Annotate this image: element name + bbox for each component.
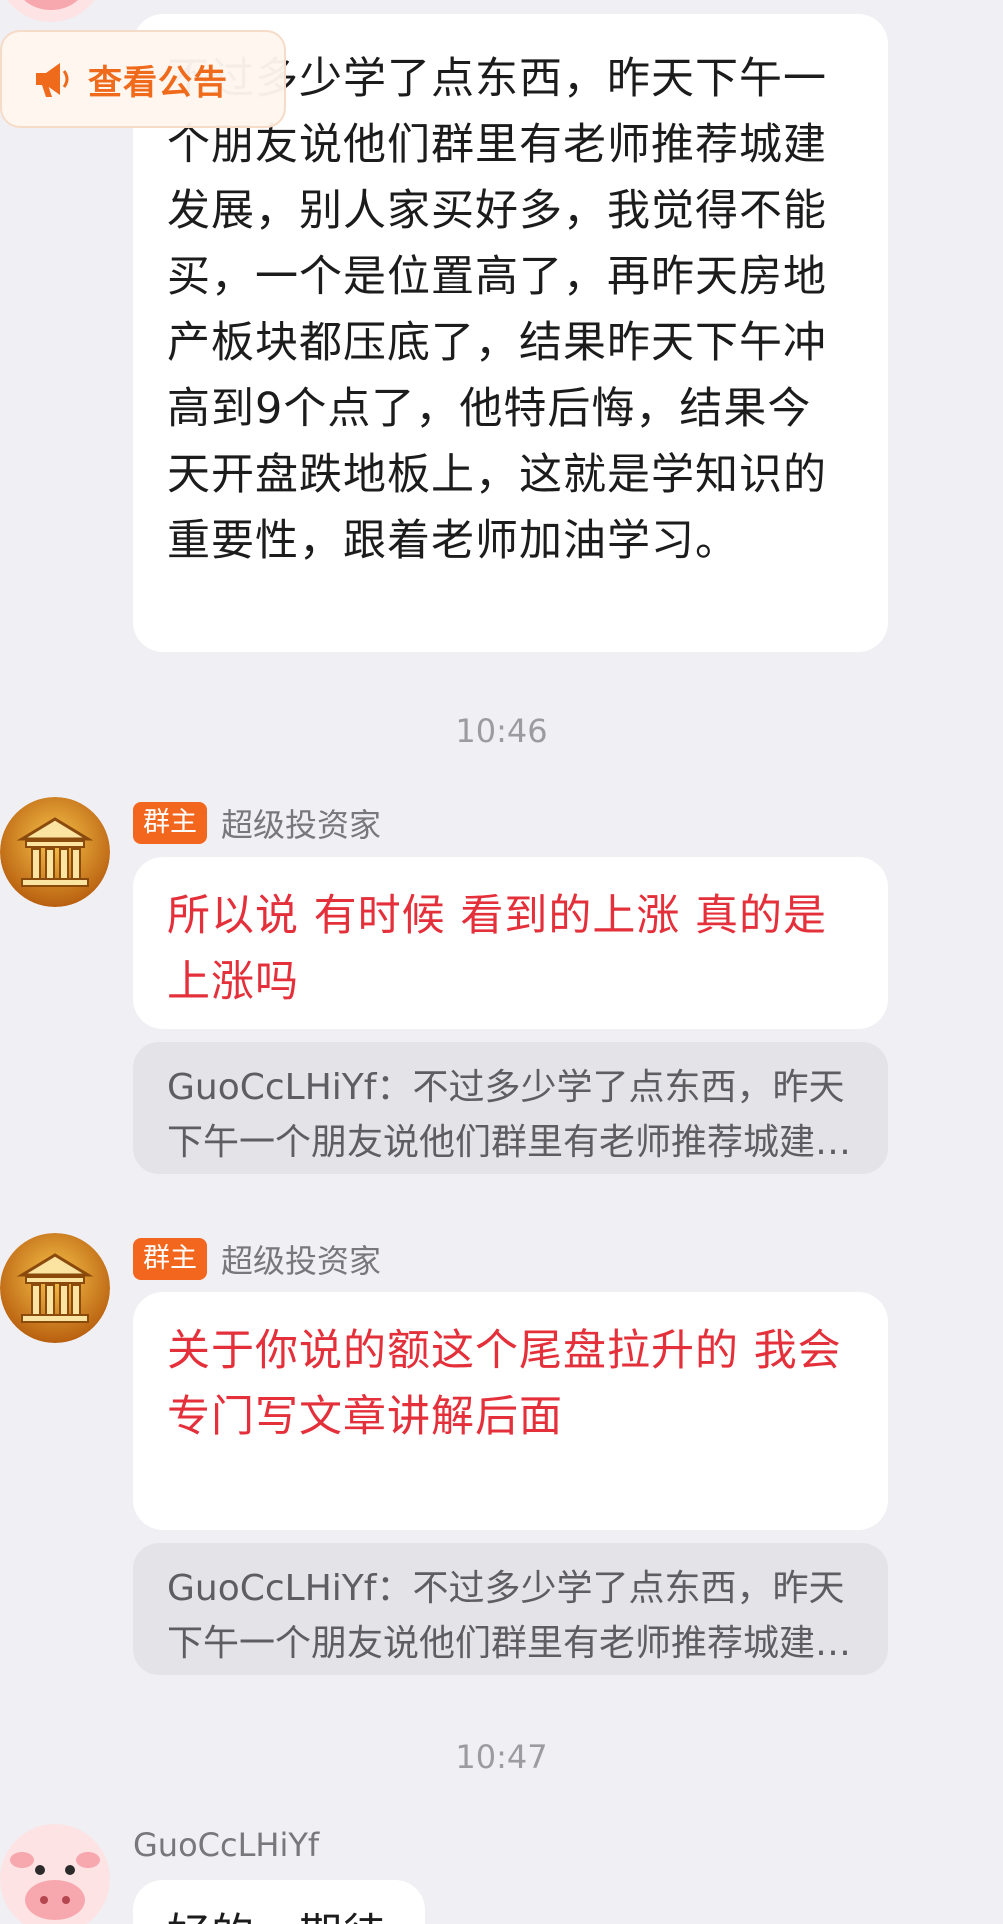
sender-row: 群主 超级投资家 [133, 802, 381, 844]
message-text: 关于你说的额这个尾盘拉升的 我会专门写文章讲解后面 [167, 1326, 842, 1442]
bank-building-icon [0, 1233, 110, 1343]
view-notice-label: 查看公告 [88, 62, 228, 103]
message-bubble[interactable]: 所以说 有时候 看到的上涨 真的是上涨吗 [133, 857, 888, 1029]
sender-name[interactable]: 超级投资家 [221, 1236, 381, 1282]
megaphone-icon [36, 63, 69, 97]
message-text: 所以说 有时候 看到的上涨 真的是上涨吗 [167, 891, 828, 1007]
owner-avatar[interactable] [0, 1233, 110, 1343]
view-notice-button[interactable]: 查看公告 [0, 30, 286, 128]
timestamp: 10:46 [455, 712, 548, 750]
user-avatar[interactable] [0, 1824, 110, 1924]
quoted-message[interactable]: GuoCcLHiYf：不过多少学了点东西，昨天下午一个朋友说他们群里有老师推荐城… [133, 1042, 888, 1174]
owner-badge: 群主 [133, 1238, 207, 1280]
owner-badge: 群主 [133, 802, 207, 844]
message-text: 不过多少学了点东西，昨天下午一个朋友说他们群里有老师推荐城建发展，别人家买好多，… [167, 54, 827, 566]
bank-building-icon [0, 797, 110, 907]
message-bubble[interactable]: 好的，期待 [133, 1880, 425, 1924]
cow-avatar-icon [0, 1824, 110, 1924]
message-bubble[interactable]: 关于你说的额这个尾盘拉升的 我会专门写文章讲解后面 [133, 1292, 888, 1530]
quoted-text: GuoCcLHiYf：不过多少学了点东西，昨天下午一个朋友说他们群里有老师推荐城… [167, 1568, 852, 1664]
message-text: 好的，期待 [167, 1910, 387, 1924]
timestamp: 10:47 [455, 1738, 548, 1776]
chat-screen: 不过多少学了点东西，昨天下午一个朋友说他们群里有老师推荐城建发展，别人家买好多，… [0, 0, 1003, 1924]
quoted-message[interactable]: GuoCcLHiYf：不过多少学了点东西，昨天下午一个朋友说他们群里有老师推荐城… [133, 1543, 888, 1675]
sender-name[interactable]: GuoCcLHiYf [133, 1826, 319, 1864]
sender-row: 群主 超级投资家 [133, 1238, 381, 1280]
cow-avatar-icon [7, 0, 95, 22]
sender-name[interactable]: 超级投资家 [221, 800, 381, 846]
quoted-text: GuoCcLHiYf：不过多少学了点东西，昨天下午一个朋友说他们群里有老师推荐城… [167, 1067, 852, 1163]
user-avatar-top[interactable] [0, 0, 106, 22]
owner-avatar[interactable] [0, 797, 110, 907]
